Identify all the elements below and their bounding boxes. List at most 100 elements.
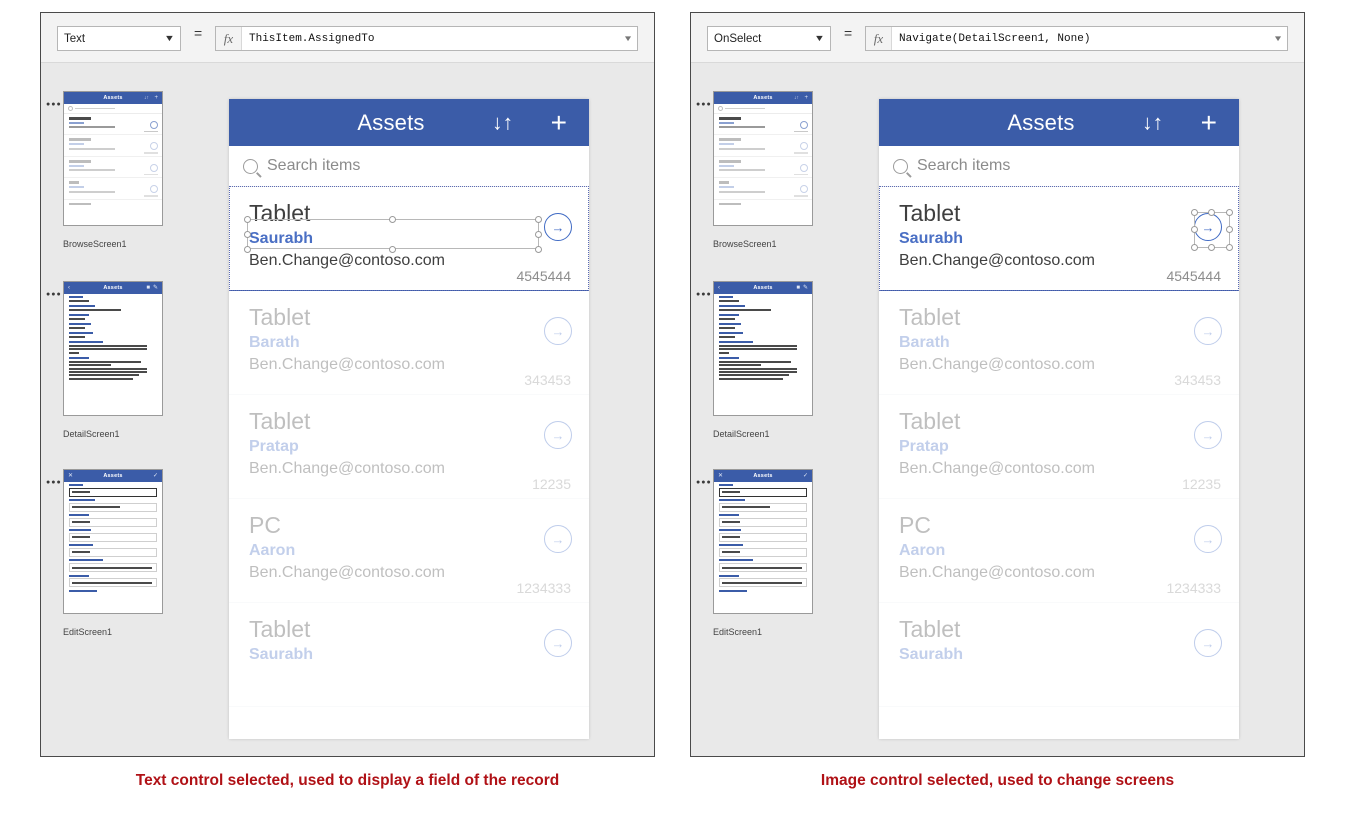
phone-preview-left[interactable]: Assets ↓↑ + Search items Tablet Saurabh … (229, 99, 589, 739)
item-asset-id: 1234333 (516, 580, 571, 596)
add-icon[interactable]: + (551, 108, 567, 137)
item-asset-id: 4545444 (516, 268, 571, 284)
resize-handle-s[interactable] (389, 246, 396, 253)
phone-preview-right[interactable]: Assets ↓↑ + Search items Tablet Saurabh … (879, 99, 1239, 739)
thumbnail-frame-detail[interactable]: ‹ Assets ■ ✎ (713, 281, 813, 416)
mini-field-input[interactable] (719, 487, 807, 497)
mini-field-input[interactable] (69, 487, 157, 497)
mini-field-input[interactable] (719, 547, 807, 557)
gallery-item[interactable]: Tablet Saurabh Ben.Change@contoso.com 45… (879, 187, 1239, 291)
item-assigned-to: Saurabh (899, 646, 964, 664)
mini-item-id (144, 173, 158, 176)
resize-handle-nw[interactable] (1191, 209, 1198, 216)
resize-handle-e[interactable] (1226, 226, 1233, 233)
arrow-right-icon[interactable]: → (1194, 525, 1222, 553)
formula-text-right: Navigate(DetailScreen1, None) (899, 32, 1091, 45)
thumbnail-frame-detail[interactable]: ‹ Assets ■ ✎ (63, 281, 163, 416)
gallery-item[interactable]: Tablet Barath Ben.Change@contoso.com 343… (879, 291, 1239, 395)
item-email: Ben.Change@contoso.com (249, 563, 445, 581)
mini-field-input[interactable] (719, 517, 807, 527)
arrow-right-icon[interactable]: → (544, 213, 572, 241)
mini-list-item (714, 135, 812, 157)
thumbnail-frame-browse[interactable]: Assets ↓↑ + (713, 91, 813, 226)
property-selector-left[interactable]: Text ▼ (57, 26, 181, 51)
overflow-dots-icon[interactable]: ●●● (46, 101, 62, 108)
mini-field-label (719, 296, 733, 298)
mini-field-input[interactable] (719, 502, 807, 512)
arrow-right-icon[interactable]: → (1194, 213, 1222, 241)
mini-field-input[interactable] (719, 563, 807, 573)
mini-field-value (69, 309, 121, 311)
arrow-right-icon[interactable]: → (544, 629, 572, 657)
overflow-dots-icon[interactable]: ●●● (696, 291, 712, 298)
property-selector-right[interactable]: OnSelect ▼ (707, 26, 831, 51)
formula-input-right[interactable]: fx Navigate(DetailScreen1, None) ▼ (865, 26, 1288, 51)
item-assigned-to: Pratap (899, 438, 949, 456)
item-assigned-to[interactable]: Saurabh (249, 230, 571, 248)
resize-handle-sw[interactable] (1191, 244, 1198, 251)
screen-rail-left[interactable]: ●●● Assets ↓↑ + BrowseScreen1 ●●● ‹ Asse… (41, 63, 180, 756)
gallery-item[interactable]: Tablet Pratap Ben.Change@contoso.com 122… (879, 395, 1239, 499)
thumbnail-frame-browse[interactable]: Assets ↓↑ + (63, 91, 163, 226)
resize-handle-n[interactable] (1208, 209, 1215, 216)
item-asset-id: 12235 (1182, 476, 1221, 492)
item-assigned-to: Aaron (249, 542, 296, 560)
formula-input-left[interactable]: fx ThisItem.AssignedTo ▼ (215, 26, 638, 51)
arrow-right-icon (150, 142, 158, 151)
search-bar[interactable]: Search items (229, 146, 589, 187)
resize-handle-nw[interactable] (244, 216, 251, 223)
close-icon: ✕ (718, 473, 724, 479)
thumbnail-frame-edit[interactable]: ✕ Assets ✓ (713, 469, 813, 614)
arrow-right-icon[interactable]: → (544, 525, 572, 553)
mini-list-item (64, 135, 162, 157)
mini-field-input[interactable] (69, 517, 157, 527)
resize-handle-n[interactable] (389, 216, 396, 223)
resize-handle-se[interactable] (1226, 244, 1233, 251)
resize-handle-w[interactable] (244, 231, 251, 238)
sort-icon[interactable]: ↓↑ (492, 112, 513, 133)
mini-field-input[interactable] (69, 532, 157, 542)
app-canvas-right[interactable]: Assets ↓↑ + Search items Tablet Saurabh … (829, 63, 1304, 756)
gallery-item[interactable]: Tablet Barath Ben.Change@contoso.com 343… (229, 291, 589, 395)
sort-icon[interactable]: ↓↑ (1142, 112, 1163, 133)
resize-handle-w[interactable] (1191, 226, 1198, 233)
resize-handle-e[interactable] (535, 231, 542, 238)
add-icon[interactable]: + (1201, 108, 1217, 137)
arrow-right-icon[interactable]: → (1194, 317, 1222, 345)
resize-handle-sw[interactable] (244, 246, 251, 253)
search-bar[interactable]: Search items (879, 146, 1239, 187)
resize-handle-ne[interactable] (1226, 209, 1233, 216)
resize-handle-ne[interactable] (535, 216, 542, 223)
arrow-right-icon[interactable]: → (544, 421, 572, 449)
app-canvas-left[interactable]: Assets ↓↑ + Search items Tablet Saurabh … (179, 63, 654, 756)
overflow-dots-icon[interactable]: ●●● (46, 291, 62, 298)
chevron-down-icon[interactable]: ▼ (616, 27, 639, 50)
mini-field-input[interactable] (69, 578, 157, 588)
mini-app-title: Assets (103, 285, 123, 291)
gallery-item[interactable]: Tablet Pratap Ben.Change@contoso.com 122… (229, 395, 589, 499)
gallery-item[interactable]: PC Aaron Ben.Change@contoso.com 1234333 … (879, 499, 1239, 603)
overflow-dots-icon[interactable]: ●●● (696, 101, 712, 108)
thumbnail-frame-edit[interactable]: ✕ Assets ✓ (63, 469, 163, 614)
gallery-item[interactable]: Tablet Saurabh Ben.Change@contoso.com 45… (229, 187, 589, 291)
overflow-dots-icon[interactable]: ●●● (46, 479, 62, 486)
mini-app-header: Assets ↓↑ + (64, 92, 162, 104)
mini-field-input[interactable] (69, 563, 157, 573)
gallery-item[interactable]: PC Aaron Ben.Change@contoso.com 1234333 … (229, 499, 589, 603)
screen-rail-right[interactable]: ●●● Assets ↓↑ + BrowseScreen1 ●●● ‹ Asse… (691, 63, 830, 756)
overflow-dots-icon[interactable]: ●●● (696, 479, 712, 486)
gallery-item[interactable]: Tablet Saurabh → (229, 603, 589, 707)
resize-handle-s[interactable] (1208, 244, 1215, 251)
mini-field-label (719, 314, 739, 316)
mini-field-input[interactable] (69, 547, 157, 557)
mini-field-input[interactable] (69, 502, 157, 512)
chevron-down-icon[interactable]: ▼ (1266, 27, 1289, 50)
arrow-right-icon[interactable]: → (1194, 421, 1222, 449)
resize-handle-se[interactable] (535, 246, 542, 253)
arrow-right-icon[interactable]: → (544, 317, 572, 345)
gallery-item[interactable]: Tablet Saurabh → (879, 603, 1239, 707)
mini-field-label (69, 514, 89, 517)
arrow-right-icon[interactable]: → (1194, 629, 1222, 657)
mini-field-input[interactable] (719, 578, 807, 588)
mini-field-input[interactable] (719, 532, 807, 542)
